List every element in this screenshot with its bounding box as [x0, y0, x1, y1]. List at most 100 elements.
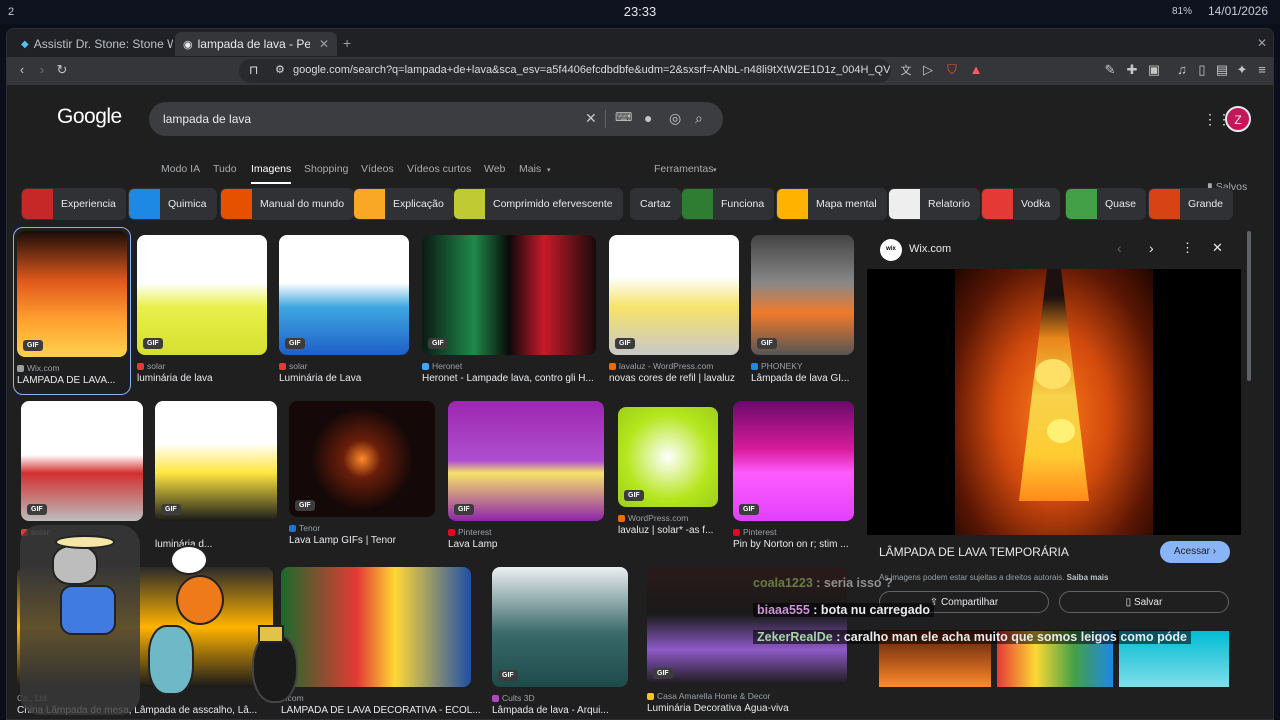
result-title[interactable]: Lava Lamp [448, 539, 614, 550]
result-source[interactable]: solar [279, 361, 307, 371]
nav-web[interactable]: Web [484, 163, 505, 175]
close-tab-icon[interactable]: ✕ [319, 37, 329, 51]
result-title[interactable]: LÂMPADA DE LAVA... [17, 375, 137, 386]
mic-icon[interactable]: ● [644, 110, 652, 126]
nav-imagens[interactable]: Imagens [251, 163, 292, 184]
result-source[interactable]: Cults 3D [492, 693, 535, 703]
nav-tudo[interactable]: Tudo [213, 163, 237, 175]
image-result[interactable]: GIF WordPress.com lavaluz | solar* -as f..… [618, 407, 718, 541]
image-result[interactable]: GIF solar Luminária de Lava [279, 235, 409, 389]
result-thumbnail[interactable]: GIF [618, 407, 718, 507]
result-source[interactable]: Casa Amarella Home & Decor [647, 691, 770, 701]
nav-shopping[interactable]: Shopping [304, 163, 348, 175]
chip-relatorio[interactable]: Relatorio [888, 188, 981, 220]
result-source[interactable]: Pinterest [733, 527, 777, 537]
nav-mais[interactable]: Mais [519, 163, 541, 175]
chip-manual-do-mundo[interactable]: Manual do mundo [220, 188, 355, 220]
screenshot-icon[interactable]: ▣ [1145, 62, 1163, 78]
share-icon[interactable]: ▷ [919, 62, 937, 78]
puzzle-icon[interactable]: ✚ [1123, 62, 1141, 78]
image-result[interactable]: GIF Heronet Heronet - Lampade lava, contro… [422, 235, 596, 389]
image-result[interactable]: GIF PHONEKY Lâmpada de lava GI... [751, 235, 854, 389]
chip-quase[interactable]: Quase [1065, 188, 1146, 220]
result-thumbnail[interactable]: GIF [609, 235, 739, 355]
result-title[interactable]: LÂMPADA DE LAVA DECORATIVA - ECOL... [281, 705, 481, 716]
reload-icon[interactable]: ↻ [53, 62, 71, 78]
result-thumbnail[interactable]: GIF [137, 235, 267, 355]
back-icon[interactable]: ‹ [13, 62, 31, 77]
new-tab-icon[interactable]: + [343, 35, 351, 51]
chip-mapa-mental[interactable]: Mapa mental [776, 188, 887, 220]
result-title[interactable]: Luminária Decorativa Água-viva [647, 703, 857, 714]
image-result[interactable]: GIF Tenor Lava Lamp GIFs | Tenor [289, 401, 435, 551]
visit-button[interactable]: Acessar › [1160, 541, 1230, 563]
result-source[interactable]: PHONEKY [751, 361, 803, 371]
result-thumbnail[interactable]: GIF [279, 235, 409, 355]
image-result[interactable]: GIF solar luminária de lava [137, 235, 267, 389]
more-options-icon[interactable]: ⋮ [1181, 240, 1194, 256]
chip-funciona[interactable]: Funciona [681, 188, 775, 220]
image-result[interactable]: GIF Pinterest Lava Lamp [448, 401, 604, 555]
chip-experiencia[interactable]: Experiencia [21, 188, 126, 220]
address-bar[interactable]: ⊓ ⚙ google.com/search?q=lampada+de+lava&… [239, 59, 891, 83]
next-icon[interactable]: › [1149, 240, 1154, 256]
site-info-icon[interactable]: ⚙ [275, 63, 285, 76]
search-box[interactable]: lampada de lava ✕ ⌨ ● ◎ ⌕ [149, 102, 723, 136]
result-title[interactable]: lavaluz | solar* -as f... [618, 525, 728, 536]
menu-icon[interactable]: ≡ [1253, 62, 1271, 77]
result-title[interactable]: Pin by Norton on r; stim ... [733, 539, 864, 550]
nav-modo-ia[interactable]: Modo IA [161, 163, 200, 175]
preview-site[interactable]: Wix.com [909, 243, 951, 255]
result-thumbnail[interactable]: GIF [733, 401, 854, 521]
result-source[interactable]: Pinterest [448, 527, 492, 537]
translate-icon[interactable]: 文 [897, 62, 915, 78]
tab-dr-stone[interactable]: ◆ Assistir Dr. Stone: Stone W [13, 32, 173, 56]
image-result[interactable]: GIF Cults 3D Lâmpada de lava - Arqui... [492, 567, 628, 719]
image-result[interactable]: GIF Pinterest Pin by Norton on r; stim ... [733, 401, 854, 555]
result-source[interactable]: Heronet [422, 361, 462, 371]
avatar[interactable]: Z [1225, 106, 1251, 132]
result-thumbnail[interactable]: GIF [289, 401, 435, 517]
image-result[interactable]: GIF lavaluz - WordPress.com novas cores de… [609, 235, 739, 389]
result-title[interactable]: novas cores de refil | lavaluz [609, 373, 749, 384]
result-thumbnail[interactable]: GIF [448, 401, 604, 521]
chip-explicação[interactable]: Explicação [353, 188, 454, 220]
result-thumbnail[interactable]: GIF [21, 401, 143, 521]
chip-quimica[interactable]: Quimica [128, 188, 217, 220]
sidebar-icon[interactable]: ▯ [1193, 62, 1211, 78]
scrollbar[interactable] [1247, 231, 1251, 381]
bookmark-icon[interactable]: ⊓ [249, 63, 258, 77]
nav-videos-curtos[interactable]: Vídeos curtos [407, 163, 471, 175]
prev-icon[interactable]: ‹ [1117, 240, 1122, 256]
keyboard-icon[interactable]: ⌨ [615, 110, 632, 124]
extension-icon[interactable]: ✎ [1101, 62, 1119, 78]
chip-comprimido-efervescente[interactable]: Comprimido efervescente [453, 188, 623, 220]
preview-image[interactable] [867, 269, 1241, 535]
result-title[interactable]: luminária de lava [137, 373, 277, 384]
tab-google-search[interactable]: ◉ lampada de lava - Pesq ✕ [175, 32, 337, 56]
result-thumbnail[interactable]: GIF [422, 235, 596, 355]
preview-title[interactable]: LÂMPADA DE LAVA TEMPORÁRIA [879, 545, 1069, 559]
close-preview-icon[interactable]: ✕ [1212, 240, 1223, 256]
ai-icon[interactable]: ✦ [1233, 62, 1251, 78]
result-source[interactable]: WordPress.com [618, 513, 688, 523]
search-icon[interactable]: ⌕ [695, 110, 703, 127]
wallet-icon[interactable]: ▤ [1213, 62, 1231, 78]
clear-icon[interactable]: ✕ [585, 110, 597, 127]
brave-shield-icon[interactable]: ⛉ [943, 62, 961, 78]
result-title[interactable]: Lâmpada de lava - Arqui... [492, 705, 638, 716]
result-title[interactable]: Lâmpada de lava GI... [751, 373, 864, 384]
result-title[interactable]: Luminária de Lava [279, 373, 419, 384]
result-title[interactable]: Heronet - Lampade lava, contro gli H... [422, 373, 606, 384]
google-logo[interactable]: Google [57, 105, 122, 129]
result-title[interactable]: Lava Lamp GIFs | Tenor [289, 535, 445, 546]
nav-videos[interactable]: Vídeos [361, 163, 394, 175]
chip-vodka[interactable]: Vodka [981, 188, 1061, 220]
result-source[interactable]: Wix.com [17, 363, 60, 373]
close-window-icon[interactable]: ✕ [1257, 36, 1267, 50]
music-icon[interactable]: ♫ [1173, 62, 1191, 77]
chip-grande[interactable]: Grande [1148, 188, 1234, 220]
result-thumbnail[interactable]: GIF [155, 401, 277, 521]
result-source[interactable]: solar [137, 361, 165, 371]
rewards-icon[interactable]: ▲ [967, 62, 985, 77]
